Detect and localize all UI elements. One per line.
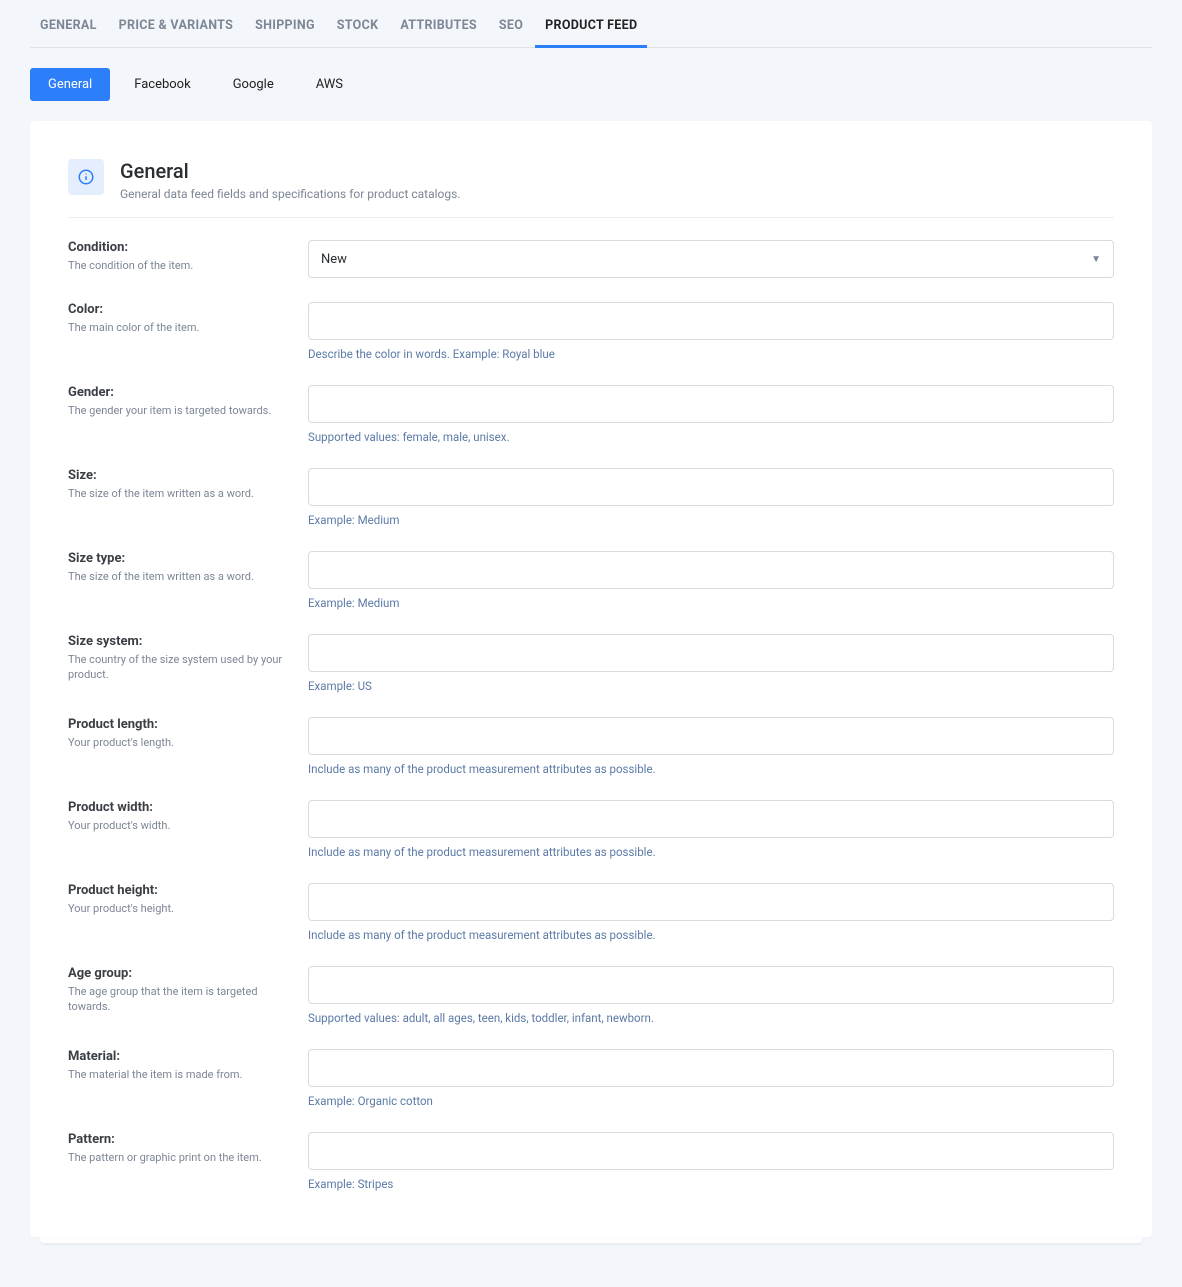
label-gender: Gender: bbox=[68, 385, 288, 400]
label-size-type: Size type: bbox=[68, 551, 288, 566]
label-size-system: Size system: bbox=[68, 634, 288, 649]
label-condition: Condition: bbox=[68, 240, 288, 255]
row-age-group: Age group: The age group that the item i… bbox=[68, 966, 1114, 1025]
hint-product-length: Include as many of the product measureme… bbox=[308, 762, 1114, 776]
input-material[interactable] bbox=[308, 1049, 1114, 1087]
hint-color: Describe the color in words. Example: Ro… bbox=[308, 347, 1114, 361]
label-product-width: Product width: bbox=[68, 800, 288, 815]
info-icon bbox=[68, 159, 104, 195]
desc-age-group: The age group that the item is targeted … bbox=[68, 984, 288, 1015]
label-product-height: Product height: bbox=[68, 883, 288, 898]
label-color: Color: bbox=[68, 302, 288, 317]
hint-size-system: Example: US bbox=[308, 679, 1114, 693]
subtab-google[interactable]: Google bbox=[215, 68, 292, 101]
chevron-down-icon: ▼ bbox=[1091, 254, 1101, 265]
input-age-group[interactable] bbox=[308, 966, 1114, 1004]
row-product-height: Product height: Your product's height. I… bbox=[68, 883, 1114, 942]
row-size-system: Size system: The country of the size sys… bbox=[68, 634, 1114, 693]
input-product-width[interactable] bbox=[308, 800, 1114, 838]
desc-gender: The gender your item is targeted towards… bbox=[68, 403, 288, 418]
tab-price-variants[interactable]: PRICE & VARIANTS bbox=[109, 18, 243, 47]
input-color[interactable] bbox=[308, 302, 1114, 340]
desc-material: The material the item is made from. bbox=[68, 1067, 288, 1082]
row-condition: Condition: The condition of the item. Ne… bbox=[68, 240, 1114, 278]
row-product-length: Product length: Your product's length. I… bbox=[68, 717, 1114, 776]
select-condition-value: New bbox=[321, 252, 347, 267]
tab-product-feed[interactable]: PRODUCT FEED bbox=[535, 18, 647, 48]
section-title: General bbox=[120, 159, 461, 183]
input-size-type[interactable] bbox=[308, 551, 1114, 589]
input-size-system[interactable] bbox=[308, 634, 1114, 672]
row-size: Size: The size of the item written as a … bbox=[68, 468, 1114, 527]
desc-condition: The condition of the item. bbox=[68, 258, 288, 273]
hint-age-group: Supported values: adult, all ages, teen,… bbox=[308, 1011, 1114, 1025]
row-material: Material: The material the item is made … bbox=[68, 1049, 1114, 1108]
desc-product-length: Your product's length. bbox=[68, 735, 288, 750]
desc-pattern: The pattern or graphic print on the item… bbox=[68, 1150, 288, 1165]
hint-material: Example: Organic cotton bbox=[308, 1094, 1114, 1108]
label-material: Material: bbox=[68, 1049, 288, 1064]
input-product-length[interactable] bbox=[308, 717, 1114, 755]
hint-size: Example: Medium bbox=[308, 513, 1114, 527]
hint-pattern: Example: Stripes bbox=[308, 1177, 1114, 1191]
form-card: General General data feed fields and spe… bbox=[30, 121, 1152, 1237]
tab-attributes[interactable]: ATTRIBUTES bbox=[390, 18, 487, 47]
select-condition[interactable]: New ▼ bbox=[308, 240, 1114, 278]
tab-general[interactable]: GENERAL bbox=[30, 18, 107, 47]
desc-size: The size of the item written as a word. bbox=[68, 486, 288, 501]
tab-seo[interactable]: SEO bbox=[489, 18, 533, 47]
hint-product-width: Include as many of the product measureme… bbox=[308, 845, 1114, 859]
subtab-aws[interactable]: AWS bbox=[298, 68, 361, 101]
desc-size-type: The size of the item written as a word. bbox=[68, 569, 288, 584]
subtab-facebook[interactable]: Facebook bbox=[116, 68, 208, 101]
sub-tab-bar: General Facebook Google AWS bbox=[30, 68, 1152, 101]
desc-size-system: The country of the size system used by y… bbox=[68, 652, 288, 683]
section-subtitle: General data feed fields and specificati… bbox=[120, 187, 461, 201]
tab-stock[interactable]: STOCK bbox=[327, 18, 389, 47]
section-header: General General data feed fields and spe… bbox=[68, 159, 1114, 218]
desc-color: The main color of the item. bbox=[68, 320, 288, 335]
hint-size-type: Example: Medium bbox=[308, 596, 1114, 610]
tab-shipping[interactable]: SHIPPING bbox=[245, 18, 325, 47]
row-gender: Gender: The gender your item is targeted… bbox=[68, 385, 1114, 444]
desc-product-width: Your product's width. bbox=[68, 818, 288, 833]
label-size: Size: bbox=[68, 468, 288, 483]
input-size[interactable] bbox=[308, 468, 1114, 506]
hint-product-height: Include as many of the product measureme… bbox=[308, 928, 1114, 942]
label-pattern: Pattern: bbox=[68, 1132, 288, 1147]
input-gender[interactable] bbox=[308, 385, 1114, 423]
input-pattern[interactable] bbox=[308, 1132, 1114, 1170]
input-product-height[interactable] bbox=[308, 883, 1114, 921]
primary-tab-bar: GENERAL PRICE & VARIANTS SHIPPING STOCK … bbox=[30, 0, 1152, 48]
row-product-width: Product width: Your product's width. Inc… bbox=[68, 800, 1114, 859]
subtab-general[interactable]: General bbox=[30, 68, 110, 101]
row-pattern: Pattern: The pattern or graphic print on… bbox=[68, 1132, 1114, 1191]
row-color: Color: The main color of the item. Descr… bbox=[68, 302, 1114, 361]
hint-gender: Supported values: female, male, unisex. bbox=[308, 430, 1114, 444]
label-product-length: Product length: bbox=[68, 717, 288, 732]
desc-product-height: Your product's height. bbox=[68, 901, 288, 916]
label-age-group: Age group: bbox=[68, 966, 288, 981]
row-size-type: Size type: The size of the item written … bbox=[68, 551, 1114, 610]
